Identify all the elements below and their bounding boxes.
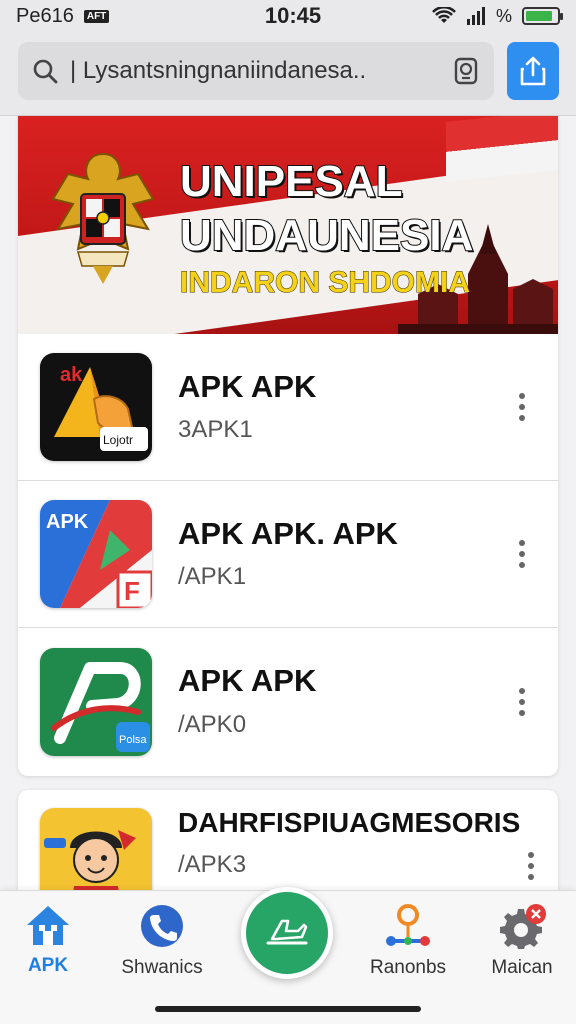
list-item[interactable]: ak Lojotr APK APK 3APK1 [18, 334, 558, 481]
app-subtitle: 3APK1 [178, 416, 253, 444]
app-info: APK APK 3APK1 [178, 368, 502, 444]
app-icon-1[interactable]: ak Lojotr [40, 353, 152, 461]
app-icon-2-label-bottom: F [124, 576, 140, 606]
list-item[interactable]: DAHRFISPIUAGMESORIS /APK3 [18, 790, 558, 900]
app-icon-2-label-top: APK [46, 511, 89, 533]
bottom-navigation: APK Shwanics Ranonbs Maican [0, 887, 576, 1024]
center-action-button[interactable] [241, 887, 333, 979]
app-icon-1-label-bottom: Lojotr [103, 433, 133, 447]
app-info: DAHRFISPIUAGMESORIS /APK3 [178, 807, 521, 879]
app-title: APK APK. APK [178, 515, 398, 551]
nav-item-apk[interactable]: APK [0, 903, 103, 977]
more-options-icon[interactable] [502, 377, 542, 437]
app-info: APK APK /APK0 [178, 664, 502, 738]
signal-icon [466, 7, 485, 25]
status-bar: Pe616 AFT 10:45 % [0, 0, 576, 32]
percent-label: % [495, 5, 512, 26]
app-icon-3-badge: Polsa [119, 734, 147, 746]
gear-badge-icon [500, 904, 546, 949]
search-header: | Lysantsningnaniindanesa.. [0, 32, 576, 116]
carrier-label: Pe616 [16, 4, 74, 27]
nav-item-shwanics[interactable]: Shwanics [107, 903, 217, 979]
app-subtitle: /APK0 [178, 710, 247, 738]
app-icon-4[interactable] [40, 808, 152, 900]
arrow-hand-icon: ak Lojotr [54, 364, 148, 451]
list-item[interactable]: Polsa APK APK /APK0 [18, 628, 558, 775]
app-title: DAHRFISPIUAGMESORIS [178, 807, 521, 838]
share-upload-icon [520, 56, 546, 86]
app-info: APK APK. APK /APK1 [178, 515, 502, 591]
more-options-icon[interactable] [502, 672, 542, 732]
banner-title-line2: UNDAUNESIA [179, 211, 474, 260]
character-icon [44, 830, 136, 900]
folded-page-icon: APK F [40, 500, 152, 608]
lens-icon[interactable] [452, 56, 480, 86]
share-button[interactable] [507, 42, 559, 100]
status-right: % [410, 5, 563, 27]
more-options-icon[interactable] [502, 524, 542, 584]
banner-title-line1: UNIPESAL [179, 157, 403, 206]
app-subtitle: /APK3 [178, 850, 247, 878]
home-icon [27, 906, 69, 945]
battery-level [526, 11, 552, 21]
wifi-icon [432, 7, 456, 23]
search-input[interactable]: | Lysantsningnaniindanesa.. [70, 57, 440, 85]
banner-subtitle: INDARON SHDOMIA [180, 266, 471, 300]
nav-item-maican[interactable]: Maican [467, 903, 576, 979]
plane-icon [266, 919, 308, 945]
nav-label-maican: Maican [491, 957, 553, 978]
list-item[interactable]: APK F APK APK. APK /APK1 [18, 481, 558, 628]
content-card-2: DAHRFISPIUAGMESORIS /APK3 [18, 790, 558, 900]
swoosh-p-icon: Polsa [51, 661, 150, 752]
more-options-icon[interactable] [520, 836, 542, 896]
app-title: APK APK [178, 663, 317, 699]
app-subtitle: /APK1 [178, 563, 247, 591]
promo-banner[interactable]: UNIPESAL UNDAUNESIA INDARON SHDOMIA [18, 116, 558, 334]
nav-item-ranonbs[interactable]: Ranonbs [353, 903, 463, 979]
status-badge: AFT [83, 9, 110, 23]
app-icon-1-label-top: ak [60, 364, 83, 386]
nav-label-ranonbs: Ranonbs [369, 957, 447, 978]
home-indicator[interactable] [155, 1006, 421, 1012]
phone-icon [141, 905, 183, 947]
route-icon [386, 904, 430, 946]
garuda-emblem-icon [51, 152, 155, 284]
battery-icon [522, 7, 563, 25]
content-card: UNIPESAL UNDAUNESIA INDARON SHDOMIA ak L… [18, 116, 558, 776]
app-title: APK APK [178, 368, 317, 404]
app-icon-3[interactable]: Polsa [40, 647, 152, 756]
clock: 10:45 [264, 3, 322, 28]
search-bar[interactable]: | Lysantsningnaniindanesa.. [18, 42, 494, 100]
nav-label-apk: APK [27, 955, 69, 976]
app-icon-2[interactable]: APK F [40, 500, 152, 608]
search-icon [33, 59, 58, 84]
nav-label-shwanics: Shwanics [121, 957, 203, 978]
